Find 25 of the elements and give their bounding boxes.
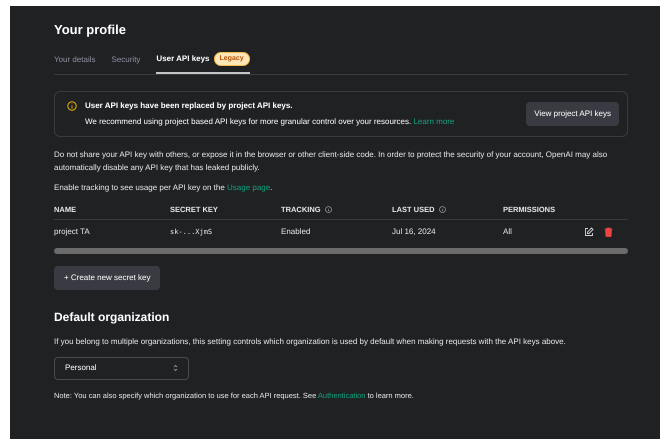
chevron-updown-icon	[173, 364, 178, 372]
table-cell-text: project TA	[54, 226, 91, 238]
trash-icon[interactable]	[604, 227, 613, 238]
notice-text: We recommend using project based API keys for more granular control over your resources. Learn more	[85, 116, 456, 128]
page-title: Your profile	[54, 21, 127, 39]
organization-select[interactable]: Personal	[54, 356, 189, 380]
description-text: If you belong to multiple organizations, this setting controls which organization is used by default when making requests with the API keys above.	[54, 336, 567, 348]
create-key-button[interactable]: + Create new secret key	[54, 266, 160, 290]
tracking-note: Enable tracking to see usage per API key on the Usage page.	[54, 182, 274, 194]
notice-heading: User API keys have been replaced by project API keys.	[85, 100, 294, 112]
usage-page-link[interactable]: Usage page	[227, 183, 270, 192]
horizontal-scrollbar[interactable]	[54, 248, 628, 254]
info-icon	[324, 206, 332, 214]
view-project-keys-button[interactable]: View project API keys	[526, 102, 619, 126]
warning-text: Do not share your API key with others, or expose it in the browser or other client-side code. In order to protect the security of your account, OpenAI may also automatically disable any API key that has leaked publicly.	[54, 149, 608, 174]
info-icon	[67, 101, 77, 111]
section-heading: Default organization	[54, 309, 170, 326]
edit-icon[interactable]	[584, 227, 594, 238]
tab[interactable]: Your details	[54, 52, 96, 74]
table-cell-text: All	[503, 226, 513, 238]
learn-more-link[interactable]: Learn more	[413, 117, 454, 126]
table-cell-text: Jul 16, 2024	[392, 226, 437, 238]
info-icon	[438, 206, 446, 214]
tab[interactable]: Security	[112, 52, 140, 74]
table-cell-text: Enabled	[281, 226, 312, 238]
